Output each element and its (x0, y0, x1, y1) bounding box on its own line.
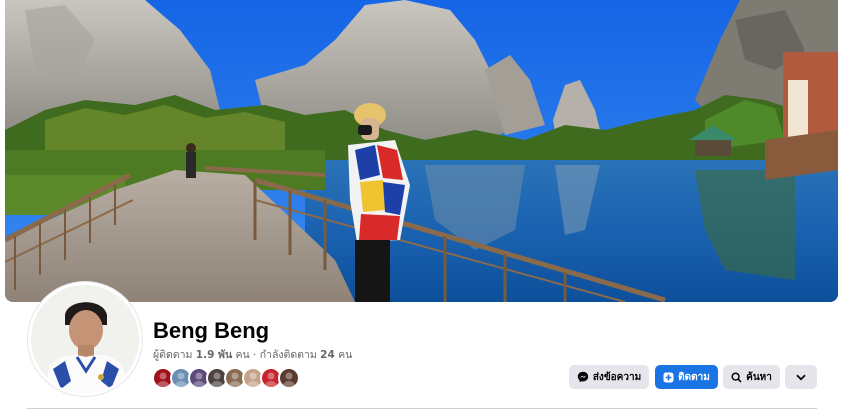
cover-photo[interactable] (5, 0, 838, 302)
friend-avatars-row (152, 367, 300, 390)
profile-header-divider (27, 408, 817, 409)
stats-separator: · (253, 349, 257, 361)
following-count: 24 (320, 349, 335, 361)
follow-plus-icon (663, 372, 674, 382)
follow-button[interactable]: ติดตาม (655, 365, 718, 389)
profile-name: Beng Beng (153, 318, 270, 343)
message-button[interactable]: ส่งข้อความ (569, 365, 649, 389)
profile-stats: ผู้ติดตาม 1.9 พัน คน · กำลังติดตาม 24 คน (153, 346, 352, 363)
search-button[interactable]: ค้นหา (723, 365, 780, 389)
followers-unit: คน (235, 349, 250, 361)
messenger-icon (577, 371, 589, 383)
following-label: กำลังติดตาม (259, 349, 317, 361)
profile-avatar-image (31, 285, 139, 393)
search-button-label: ค้นหา (746, 371, 772, 383)
followers-link[interactable]: ผู้ติดตาม 1.9 พัน คน (153, 349, 250, 361)
cover-photo-image (5, 0, 838, 302)
chevron-down-icon (796, 374, 806, 380)
followers-label: ผู้ติดตาม (153, 349, 193, 361)
following-unit: คน (338, 349, 353, 361)
message-button-label: ส่งข้อความ (592, 371, 642, 383)
following-link[interactable]: กำลังติดตาม 24 คน (260, 349, 353, 361)
more-options-button[interactable] (785, 365, 817, 389)
followers-count: 1.9 พัน (195, 349, 233, 361)
profile-avatar[interactable] (28, 282, 142, 396)
follow-button-label: ติดตาม (678, 371, 710, 383)
search-icon (731, 371, 742, 383)
friend-avatar[interactable] (278, 367, 300, 389)
